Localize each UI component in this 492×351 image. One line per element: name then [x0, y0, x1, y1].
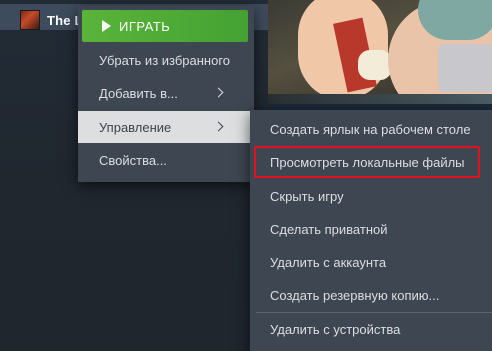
chevron-right-icon — [213, 121, 224, 132]
menu-item-remove-favorite[interactable]: Убрать из избранного — [78, 44, 254, 76]
menu-item-label: Управление — [99, 119, 172, 135]
game-hero-image — [268, 0, 492, 104]
menu-item-add-to[interactable]: Добавить в... — [78, 77, 254, 109]
menu-item-label: Добавить в... — [99, 85, 178, 101]
submenu-item-label: Создать ярлык на рабочем столе — [270, 122, 471, 137]
submenu-item-remove-from-account[interactable]: Удалить с аккаунта — [250, 246, 492, 279]
play-icon — [102, 20, 111, 32]
play-button-label: ИГРАТЬ — [119, 18, 171, 34]
submenu-item-uninstall[interactable]: Удалить с устройства — [250, 313, 492, 346]
submenu-item-backup[interactable]: Создать резервную копию... — [250, 279, 492, 312]
submenu-item-make-private[interactable]: Сделать приватной — [250, 213, 492, 246]
submenu-item-label: Скрыть игру — [270, 189, 344, 204]
menu-item-properties[interactable]: Свойства... — [78, 144, 254, 176]
play-button[interactable]: ИГРАТЬ — [82, 10, 248, 42]
chevron-right-icon — [213, 87, 224, 98]
annotation-highlight-box — [254, 146, 480, 178]
submenu-item-label: Удалить с аккаунта — [270, 255, 387, 270]
game-icon — [20, 10, 40, 30]
submenu-item-label: Сделать приватной — [270, 222, 388, 237]
submenu-item-label: Удалить с устройства — [270, 322, 401, 337]
submenu-item-create-shortcut[interactable]: Создать ярлык на рабочем столе — [250, 113, 492, 146]
submenu-item-hide-game[interactable]: Скрыть игру — [250, 180, 492, 213]
menu-item-label: Убрать из избранного — [99, 52, 231, 68]
menu-item-label: Свойства... — [99, 152, 167, 168]
submenu-item-label: Создать резервную копию... — [270, 288, 440, 303]
menu-item-manage[interactable]: Управление — [78, 111, 254, 143]
